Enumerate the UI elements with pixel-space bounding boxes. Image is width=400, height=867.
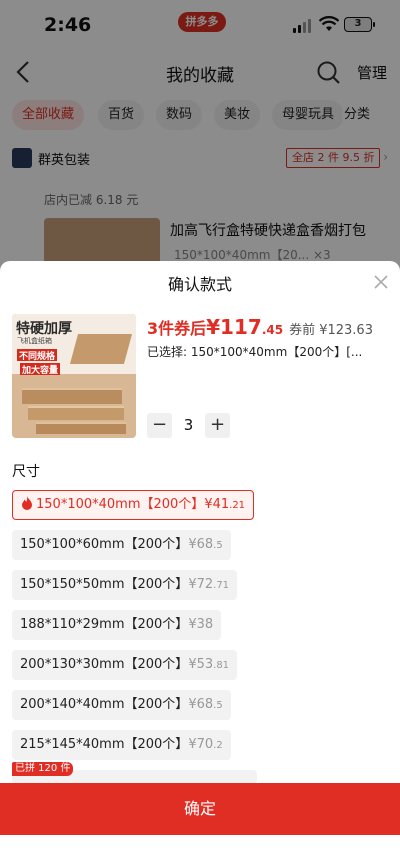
size-option-price: ¥38 — [188, 617, 214, 632]
sold-count-tag: 已拼 120 件 — [12, 762, 74, 776]
size-option-label: 150*150*50mm【200个】 — [20, 577, 189, 592]
size-option-price: ¥68 — [188, 697, 214, 712]
size-option[interactable]: 150*150*50mm【200个】¥72.71 — [12, 570, 238, 600]
size-option-label: 188*110*29mm【200个】 — [20, 617, 189, 632]
quantity-stepper: − 3 + — [147, 413, 237, 439]
fire-icon — [22, 496, 32, 510]
price-line: 3件券后¥117.45 券前 ¥123.63 — [147, 315, 373, 339]
product-image: 特硬加厚 飞机盒纸箱 不同规格 加大容量 — [12, 314, 136, 438]
size-section-label: 尺寸 — [12, 464, 40, 480]
size-option-price: ¥72 — [188, 577, 214, 592]
image-text-4: 加大容量 — [20, 363, 61, 376]
sku-selector-sheet: 确认款式 特硬加厚 飞机盒纸箱 不同规格 加大容量 3件券后¥117.45 券前 … — [0, 261, 400, 867]
increase-button[interactable]: + — [205, 413, 230, 438]
confirm-button[interactable]: 确定 — [0, 783, 400, 835]
size-option-price: ¥70 — [188, 737, 214, 752]
close-icon[interactable] — [372, 273, 390, 291]
size-option-price-decimal: .5 — [213, 540, 223, 551]
size-option[interactable]: 200*140*40mm【200个】¥68.5 — [12, 690, 231, 720]
size-option-price-decimal: .21 — [229, 500, 246, 511]
size-option[interactable]: 200*130*30mm【200个】¥53.81 — [12, 650, 238, 680]
size-option-label: 200*140*40mm【200个】 — [20, 697, 189, 712]
size-option-price-decimal: .5 — [213, 700, 223, 711]
sheet-title: 确认款式 — [167, 275, 232, 294]
price-before-coupon: 券前 ¥123.63 — [289, 323, 373, 338]
size-option-price-decimal: .2 — [213, 740, 223, 751]
price-main: ¥117 — [206, 315, 262, 339]
image-text-3: 不同规格 — [17, 349, 58, 362]
size-option-selected[interactable]: 150*100*40mm【200个】¥41.21 — [12, 490, 255, 520]
size-option[interactable]: 188*110*29mm【200个】¥38 — [12, 610, 222, 640]
selected-spec-text: 已选择: 150*100*40mm【200个】[... — [147, 345, 363, 359]
price-decimal: .45 — [261, 323, 284, 337]
size-option-label: 150*100*60mm【200个】 — [20, 537, 189, 552]
size-option-label: 150*100*40mm【200个】 — [36, 497, 205, 512]
price-prefix: 3件券后 — [147, 319, 207, 338]
image-text-1: 特硬加厚 — [16, 321, 72, 337]
size-option-price-decimal: .71 — [213, 580, 230, 591]
size-option-price: ¥41 — [204, 497, 230, 512]
home-indicator-area — [0, 835, 400, 867]
image-text-2: 飞机盒纸箱 — [17, 337, 52, 345]
size-option-price: ¥68 — [188, 537, 214, 552]
size-option[interactable]: 215*145*40mm【200个】¥70.2 — [12, 730, 231, 760]
size-option[interactable]: 150*100*60mm【200个】¥68.5 — [12, 530, 231, 560]
decrease-button[interactable]: − — [147, 413, 172, 438]
size-option-price-decimal: .81 — [213, 660, 230, 671]
quantity-value[interactable]: 3 — [175, 416, 202, 434]
size-option-price: ¥53 — [188, 657, 214, 672]
size-option-label: 200*130*30mm【200个】 — [20, 657, 189, 672]
size-option-label: 215*145*40mm【200个】 — [20, 737, 189, 752]
